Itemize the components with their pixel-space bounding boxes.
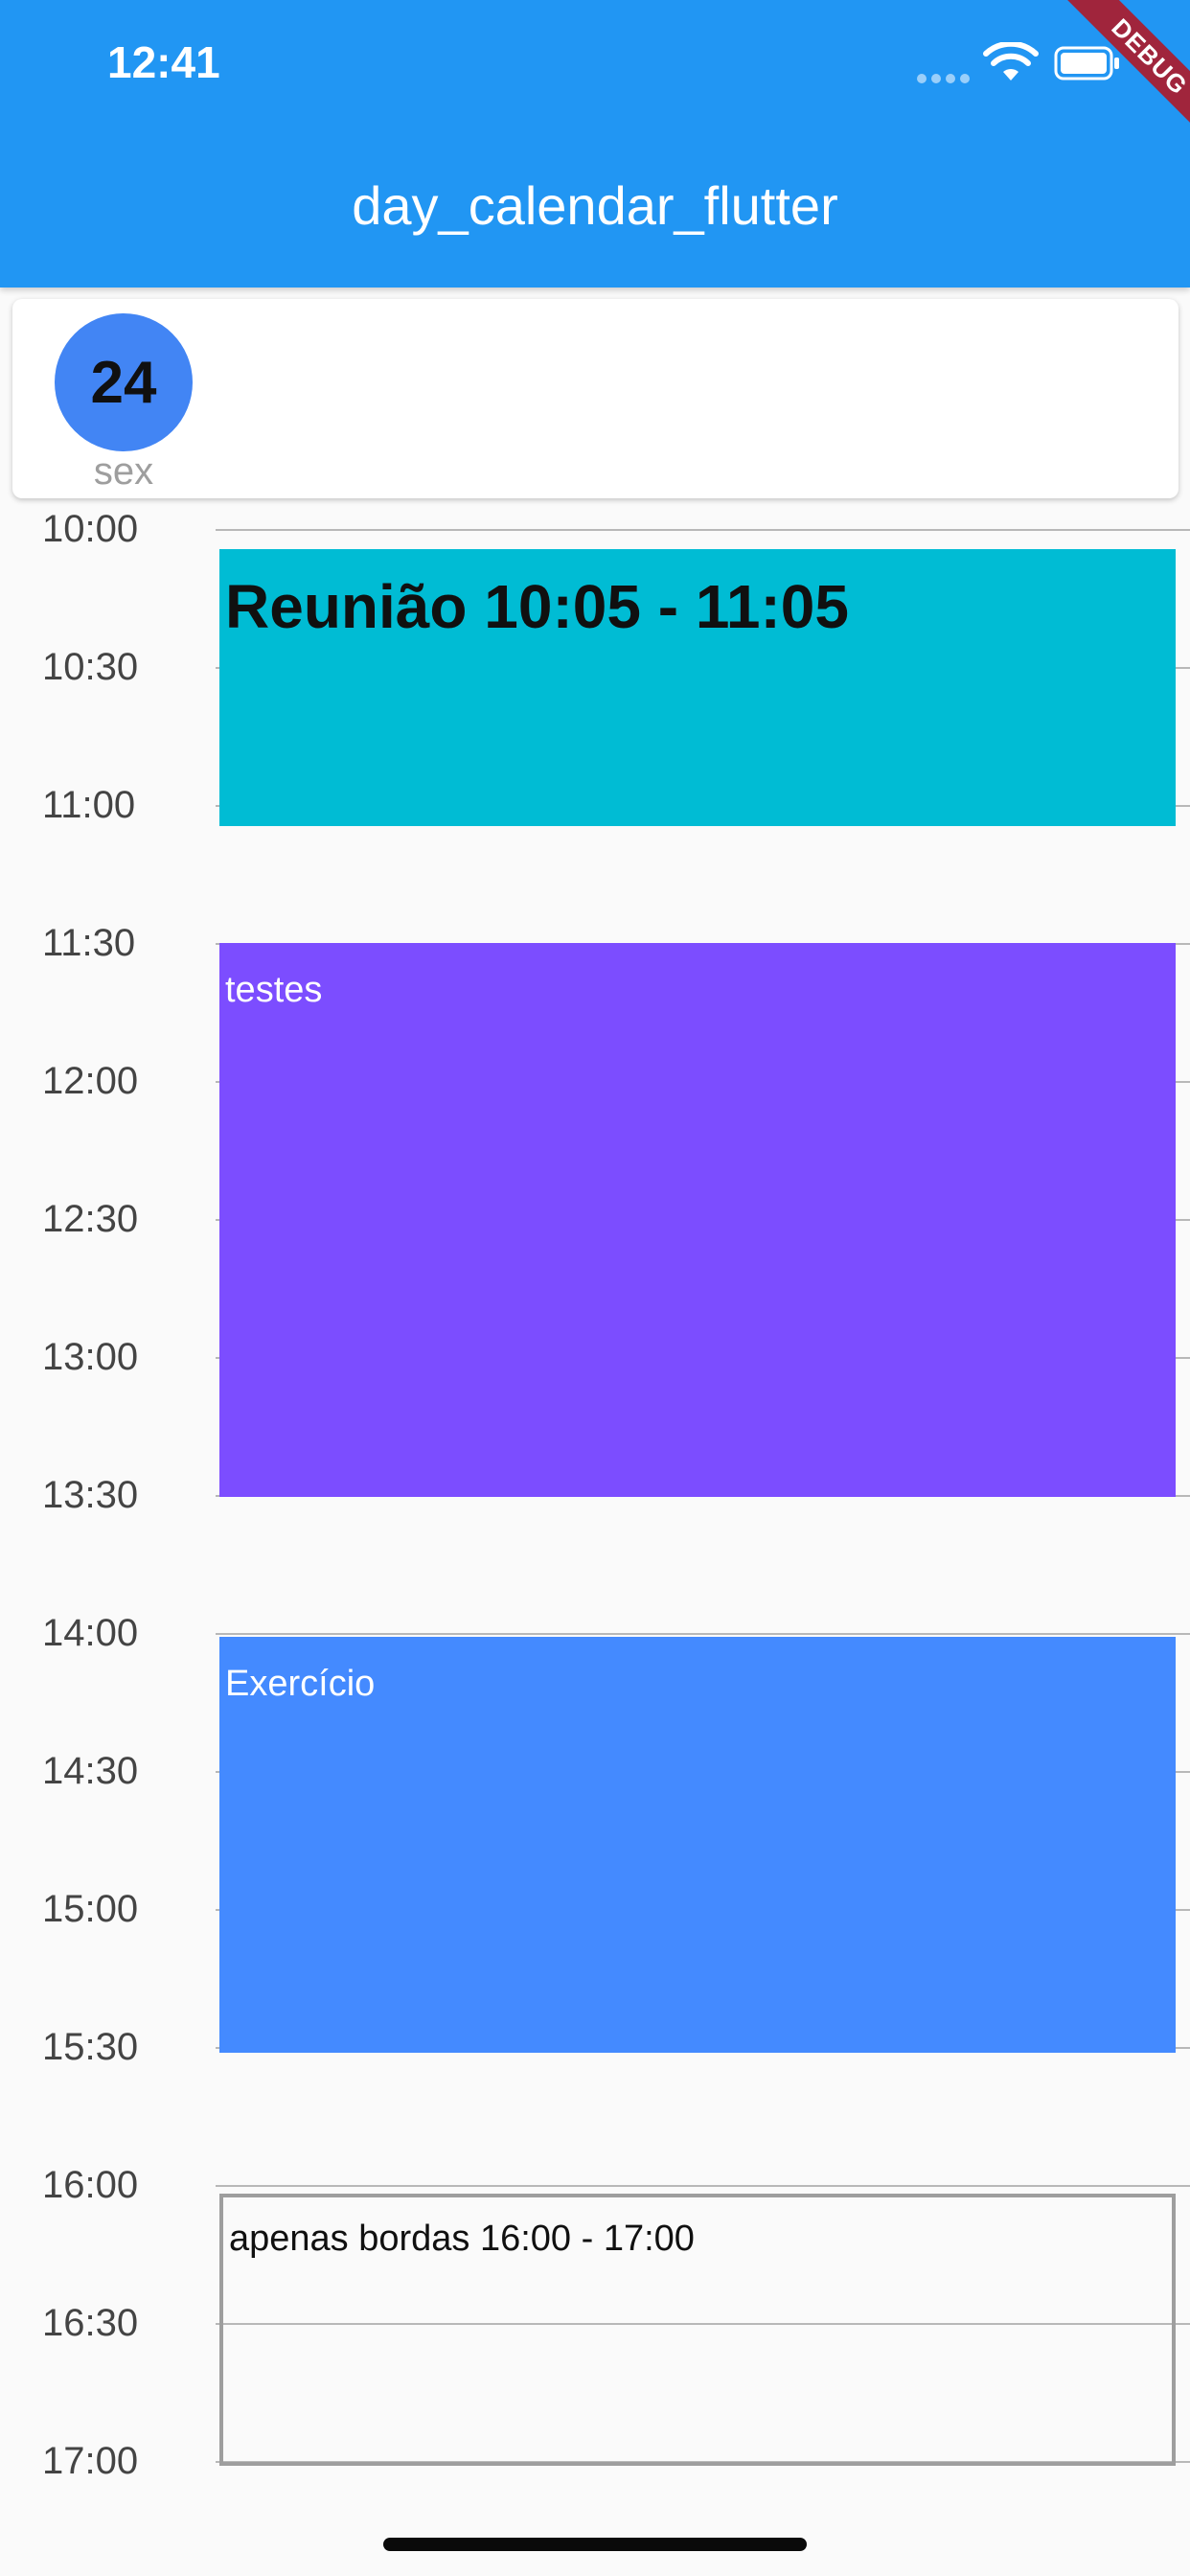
- day-number-badge[interactable]: 24: [55, 313, 193, 451]
- hour-label: 10:00: [42, 508, 139, 550]
- app-bar: 12:41 day_calendar_flutter: [0, 0, 1190, 288]
- hour-label: 15:00: [42, 1888, 139, 1930]
- event-exercicio[interactable]: Exercício: [219, 1637, 1176, 2053]
- hour-label: 14:00: [42, 1612, 139, 1654]
- hour-label: 15:30: [42, 2026, 139, 2068]
- grid-line: [216, 2185, 1190, 2187]
- day-weekday-label: sex: [93, 450, 154, 493]
- hour-label: 10:30: [42, 646, 139, 688]
- event-title: Reunião 10:05 - 11:05: [225, 572, 849, 641]
- cellular-signal-icon: [917, 74, 970, 83]
- event-title: apenas bordas 16:00 - 17:00: [229, 2219, 695, 2259]
- hour-label: 14:30: [42, 1750, 139, 1792]
- day-header-card: 24 sex: [12, 299, 1179, 498]
- event-testes[interactable]: testes: [219, 943, 1176, 1497]
- hour-label: 11:00: [42, 784, 136, 826]
- hour-label: 16:00: [42, 2164, 139, 2206]
- grid-line: [216, 1633, 1190, 1635]
- battery-icon: [1054, 46, 1119, 80]
- event-apenas-bordas[interactable]: apenas bordas 16:00 - 17:00: [219, 2194, 1176, 2466]
- wifi-icon: [983, 42, 1039, 80]
- hour-label: 11:30: [42, 922, 136, 964]
- event-title: Exercício: [225, 1664, 376, 1704]
- event-title: testes: [225, 970, 323, 1010]
- hour-label: 13:30: [42, 1474, 139, 1516]
- grid-line: [216, 529, 1190, 531]
- status-time: 12:41: [107, 37, 220, 87]
- hour-label: 17:00: [42, 2440, 139, 2482]
- hour-label: 12:30: [42, 1198, 139, 1240]
- hour-label: 16:30: [42, 2302, 139, 2344]
- hour-label: 13:00: [42, 1336, 139, 1378]
- home-indicator[interactable]: [383, 2538, 807, 2551]
- app-title: day_calendar_flutter: [352, 175, 838, 236]
- event-reuniao[interactable]: Reunião 10:05 - 11:05: [219, 549, 1176, 826]
- hour-label: 12:00: [42, 1060, 139, 1102]
